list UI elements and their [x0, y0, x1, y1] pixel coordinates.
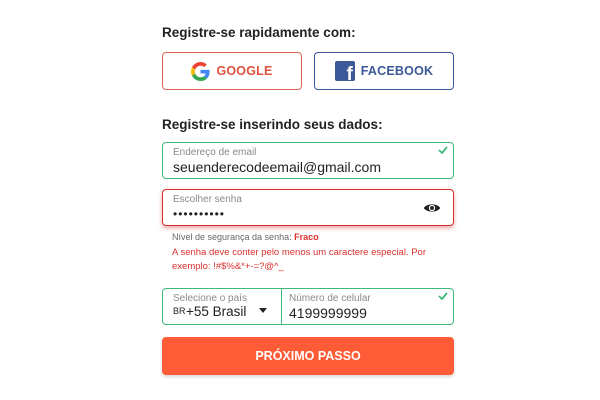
google-button-label: GOOGLE	[216, 64, 273, 78]
password-strength-value: Fraco	[294, 232, 319, 242]
email-field-label: Endereço de email	[173, 147, 257, 158]
phone-number-input[interactable]	[289, 305, 439, 321]
password-field-label: Escolher senha	[173, 194, 242, 205]
password-field[interactable]: Escolher senha ••••••••••	[162, 189, 454, 226]
google-icon	[191, 61, 211, 81]
next-step-button[interactable]: PRÓXIMO PASSO	[162, 337, 454, 375]
phone-number-label: Número de celular	[289, 293, 371, 304]
password-strength-label: Nível de segurança da senha:	[172, 232, 292, 242]
email-field[interactable]: Endereço de email	[162, 142, 454, 179]
password-input[interactable]: ••••••••••	[173, 207, 423, 221]
facebook-button-label: FACEBOOK	[360, 64, 434, 78]
country-code: BR	[173, 306, 186, 316]
email-input[interactable]	[173, 159, 423, 175]
country-select-label: Selecione o país	[173, 293, 247, 304]
google-signup-button[interactable]: GOOGLE	[162, 52, 302, 90]
country-select[interactable]: Selecione o país BR +55 Brasil	[163, 289, 281, 324]
eye-icon[interactable]	[423, 201, 441, 215]
password-strength: Nível de segurança da senha: Fraco	[172, 232, 319, 242]
facebook-icon: f	[334, 61, 355, 81]
registration-panel: Registre-se rapidamente com: GOOGLE f FA…	[0, 0, 600, 400]
password-error-message: A senha deve conter pelo menos um caract…	[172, 246, 442, 274]
phone-number-field[interactable]: Número de celular	[282, 289, 453, 324]
country-value: +55 Brasil	[186, 304, 247, 319]
caret-down-icon	[259, 308, 267, 313]
phone-field: Selecione o país BR +55 Brasil Número de…	[162, 288, 454, 325]
facebook-signup-button[interactable]: f FACEBOOK	[314, 52, 454, 90]
check-icon	[438, 146, 448, 154]
password-error-line-1: A senha deve conter pelo menos um caract…	[172, 247, 427, 258]
check-icon	[438, 292, 448, 300]
password-error-line-2: exemplo: !#$%&*+-=?@^_	[172, 261, 284, 272]
form-signup-heading: Registre-se inserindo seus dados:	[162, 117, 383, 132]
quick-signup-heading: Registre-se rapidamente com:	[162, 25, 356, 40]
